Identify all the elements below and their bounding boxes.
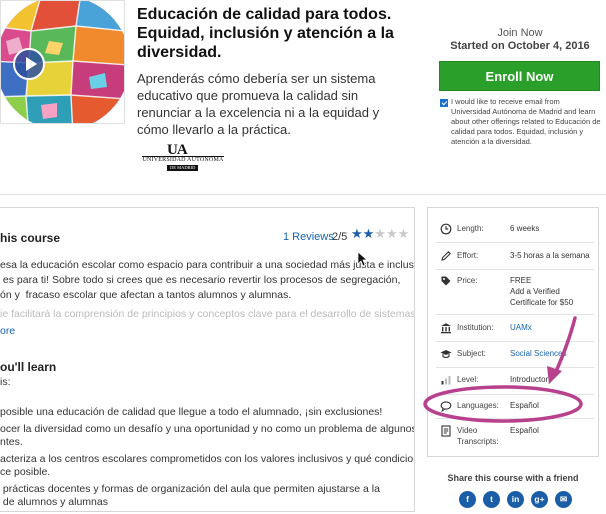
transcript-icon	[441, 425, 451, 437]
university-logo: UA UNIVERSIDAD AUTONOMA DE MADRID	[140, 142, 226, 172]
linkedin-icon[interactable]: in	[507, 491, 524, 508]
start-date: Started on October 4, 2016	[450, 40, 590, 52]
detail-value: Introductory	[510, 375, 553, 384]
graduation-cap-icon	[440, 350, 452, 359]
detail-label: Price:	[457, 276, 478, 285]
about-text-faded: ie facilitará la comprensión de principi…	[0, 308, 415, 320]
learn-list: posible una educación de calidad que lle…	[0, 406, 414, 511]
detail-label: Effort:	[457, 251, 479, 260]
detail-value: FREE Add a Verified Certificate for $50	[510, 276, 574, 307]
institution-icon	[441, 323, 451, 334]
list-item: prácticas docentes y formas de organizac…	[0, 483, 414, 509]
email-icon[interactable]: ✉	[555, 491, 572, 508]
rating-value: 2/5	[332, 231, 348, 243]
detail-value: Español	[510, 401, 539, 410]
course-title: Educación de calidad para todos. Equidad…	[137, 6, 394, 61]
detail-label: Video Transcripts:	[457, 426, 499, 446]
join-label: Join Now	[497, 27, 543, 39]
about-text: esa la educación escolar como espacio pa…	[0, 259, 414, 301]
level-bars-icon	[441, 376, 451, 385]
email-optin-checkbox[interactable]	[440, 99, 448, 107]
detail-label: Length:	[457, 224, 484, 233]
facebook-icon[interactable]: f	[459, 491, 476, 508]
learn-heading: ou'll learn	[0, 360, 57, 374]
list-item: posible una educación de calidad que lle…	[0, 406, 414, 419]
enroll-button[interactable]: Enroll Now	[439, 61, 600, 91]
see-more-link[interactable]: ore	[0, 325, 15, 337]
detail-label: Languages:	[457, 401, 499, 410]
speech-bubble-icon	[440, 401, 452, 412]
share-label: Share this course with a friend	[447, 473, 579, 483]
clock-icon	[440, 223, 452, 235]
twitter-icon[interactable]: t	[483, 491, 500, 508]
detail-separator	[436, 394, 594, 395]
detail-separator	[436, 367, 594, 368]
pencil-icon	[441, 251, 451, 261]
header-divider	[0, 194, 606, 195]
learn-intro: is:	[0, 376, 11, 388]
logo-name: UNIVERSIDAD AUTONOMA	[142, 157, 224, 163]
detail-label: Subject:	[457, 349, 486, 358]
detail-separator	[436, 418, 594, 419]
logo-subtitle: DE MADRID	[167, 165, 199, 171]
email-optin-label: I would like to receive email from Unive…	[451, 97, 601, 146]
detail-value: 6 weeks	[510, 224, 540, 233]
institution-link[interactable]: UAMx	[510, 322, 598, 333]
star-empty-icon: ★	[397, 226, 410, 241]
detail-value: 3-5 horas a la semana	[510, 251, 590, 260]
course-video-thumbnail[interactable]	[0, 0, 125, 124]
detail-label: Institution:	[457, 323, 494, 332]
detail-label: Level:	[457, 375, 479, 384]
reviews-link[interactable]: 1 Reviews	[283, 231, 334, 243]
detail-separator	[436, 242, 594, 243]
rating-stars: ★★★★★	[351, 226, 409, 242]
play-icon[interactable]	[13, 48, 45, 80]
subject-link[interactable]: Social Sciences	[510, 348, 598, 359]
detail-separator	[436, 314, 594, 315]
list-item: ocer la diversidad como un desafío y una…	[0, 423, 414, 449]
star-empty-icon: ★	[385, 226, 398, 241]
about-heading: his course	[0, 231, 61, 245]
google-plus-icon[interactable]: g+	[531, 491, 548, 508]
star-icon: ★	[351, 226, 363, 241]
star-icon: ★	[362, 226, 375, 241]
price-tag-icon	[441, 276, 451, 286]
list-item: acteriza a los centros escolares comprom…	[0, 453, 414, 479]
detail-separator	[436, 269, 594, 270]
about-panel: his course 1 Reviews 2/5 ★★★★★ esa la ed…	[0, 207, 415, 512]
detail-separator	[436, 341, 594, 342]
course-description: Aprenderás cómo debería ser un sistema e…	[137, 71, 380, 137]
star-empty-icon: ★	[374, 226, 386, 241]
detail-value: Español	[510, 426, 539, 435]
course-details-panel: Length: 6 weeks Effort: 3-5 horas a la s…	[427, 207, 599, 457]
